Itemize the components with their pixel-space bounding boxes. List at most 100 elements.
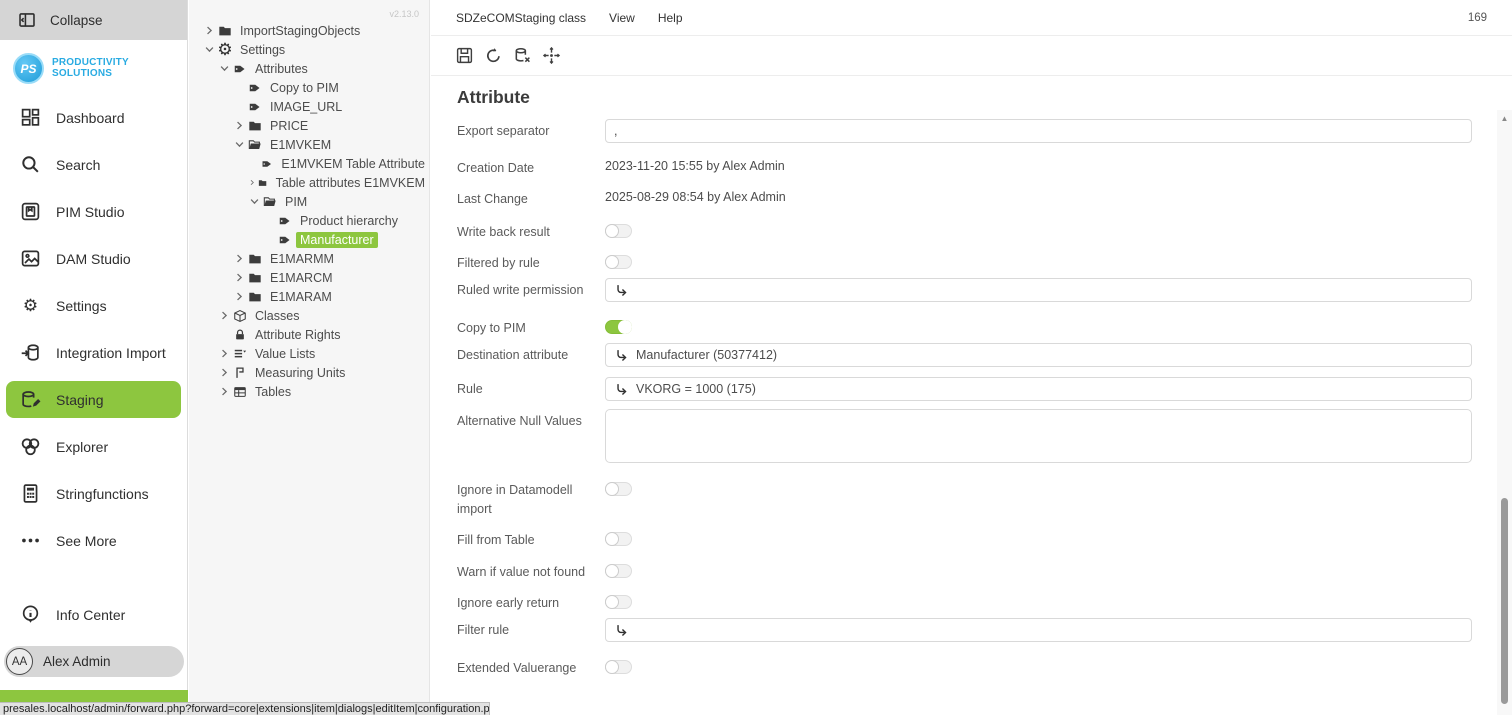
pim-studio-icon: [20, 201, 41, 222]
tree-item-label: IMAGE_URL: [266, 99, 346, 115]
toggle-knob: [605, 482, 619, 496]
sidebar-item-label: See More: [56, 533, 117, 549]
warn-if-value-not-found-toggle[interactable]: [605, 564, 632, 578]
field-label: Filtered by rule: [457, 251, 605, 273]
tree-item-price[interactable]: PRICE: [189, 116, 429, 135]
tree-item-label: Manufacturer: [296, 232, 378, 248]
form-row-copy-to-pim: Copy to PIM: [457, 316, 632, 338]
cube-icon: [233, 309, 247, 323]
rule-field: [605, 377, 1472, 401]
sidebar-item-label: Staging: [56, 392, 103, 408]
chevron-right-icon[interactable]: [218, 385, 231, 398]
folder-icon: [218, 24, 232, 38]
toggle-knob: [605, 255, 619, 269]
sidebar-item-pim-studio[interactable]: PIM Studio: [0, 188, 187, 235]
tree-item-pim[interactable]: PIM: [189, 192, 429, 211]
version-label: v2.13.0: [389, 9, 419, 19]
chevron-down-icon[interactable]: [203, 43, 216, 56]
tree-item-measuring-units[interactable]: Measuring Units: [189, 363, 429, 382]
chevron-right-icon[interactable]: [218, 347, 231, 360]
logo-line2: SOLUTIONS: [52, 69, 129, 80]
sidebar-item-dashboard[interactable]: Dashboard: [0, 94, 187, 141]
collapse-label: Collapse: [50, 13, 103, 28]
destination-attribute-input[interactable]: [636, 348, 1463, 362]
tree-item-label: Table attributes E1MVKEM: [272, 175, 429, 191]
extended-valuerange-toggle[interactable]: [605, 660, 632, 674]
tree-item-value-lists[interactable]: Value Lists: [189, 344, 429, 363]
form-row-ruled-write-permission: Ruled write permission: [457, 278, 1472, 302]
tree-item-attributes[interactable]: Attributes: [189, 59, 429, 78]
sidebar-item-settings[interactable]: ⚙Settings: [0, 282, 187, 329]
form-row-export-separator: Export separator: [457, 119, 1472, 143]
tree-item-label: E1MARAM: [266, 289, 336, 305]
tree-item-product-hierarchy[interactable]: Product hierarchy: [189, 211, 429, 230]
chevron-down-icon[interactable]: [218, 62, 231, 75]
chevron-right-icon[interactable]: [203, 24, 216, 37]
dashboard-icon: [20, 107, 41, 128]
toggle-knob: [605, 532, 619, 546]
sidebar-item-label: Dashboard: [56, 110, 125, 126]
chevron-right-icon[interactable]: [233, 290, 246, 303]
tree-item-manufacturer[interactable]: Manufacturer: [189, 230, 429, 249]
copy-to-pim-toggle[interactable]: [605, 320, 632, 334]
export-separator-input[interactable]: [614, 124, 1463, 138]
sidebar-item-stringfunctions[interactable]: Stringfunctions: [0, 470, 187, 517]
app-window: Collapse PS PRODUCTIVITY SOLUTIONS Dashb…: [0, 0, 1512, 715]
tree-item-importstagingobjects[interactable]: ImportStagingObjects: [189, 21, 429, 40]
chevron-right-icon[interactable]: [233, 119, 246, 132]
alternative-null-values-textarea[interactable]: [605, 409, 1472, 463]
write-back-result-toggle[interactable]: [605, 224, 632, 238]
sidebar-item-explorer[interactable]: Explorer: [0, 423, 187, 470]
tree-item-e1maram[interactable]: E1MARAM: [189, 287, 429, 306]
tree-item-label: E1MVKEM: [266, 137, 335, 153]
tree-item-table-attributes-e1mvkem[interactable]: Table attributes E1MVKEM: [189, 173, 429, 192]
scroll-up-arrow[interactable]: ▲: [1497, 114, 1512, 123]
chevron-right-icon[interactable]: [218, 366, 231, 379]
filtered-by-rule-toggle[interactable]: [605, 255, 632, 269]
form-row-filtered-by-rule: Filtered by rule: [457, 251, 632, 273]
user-menu[interactable]: AA Alex Admin: [4, 646, 184, 677]
form-row-fill-from-table: Fill from Table: [457, 528, 632, 550]
scrollbar-thumb[interactable]: [1501, 498, 1508, 704]
chevron-right-icon[interactable]: [218, 309, 231, 322]
tree-item-copy-to-pim[interactable]: Copy to PIM: [189, 78, 429, 97]
sidebar-item-staging[interactable]: Staging: [6, 381, 181, 418]
tree-item-e1mvkem[interactable]: E1MVKEM: [189, 135, 429, 154]
rule-input[interactable]: [636, 382, 1463, 396]
sidebar-item-dam-studio[interactable]: DAM Studio: [0, 235, 187, 282]
tree-item-label: PIM: [281, 194, 311, 210]
tree-item-e1mvkem-table-attribute[interactable]: E1MVKEM Table Attribute: [189, 154, 429, 173]
field-label: Write back result: [457, 220, 605, 242]
chevron-right-icon[interactable]: [233, 252, 246, 265]
ignore-early-return-toggle[interactable]: [605, 595, 632, 609]
tree-item-tables[interactable]: Tables: [189, 382, 429, 401]
fill-from-table-toggle[interactable]: [605, 532, 632, 546]
form-row-extended-valuerange: Extended Valuerange: [457, 656, 632, 678]
chevron-down-icon[interactable]: [248, 195, 261, 208]
sidebar-item-search[interactable]: Search: [0, 141, 187, 188]
integration-import-icon: [20, 342, 41, 363]
scrollbar[interactable]: ▲: [1497, 110, 1512, 715]
toggle-knob: [605, 595, 619, 609]
tree-item-image-url[interactable]: IMAGE_URL: [189, 97, 429, 116]
tree-item-label: ImportStagingObjects: [236, 23, 364, 39]
tree-item-e1marcm[interactable]: E1MARCM: [189, 268, 429, 287]
ruled-write-permission-input[interactable]: [636, 283, 1463, 297]
tree-item-classes[interactable]: Classes: [189, 306, 429, 325]
link-preview-statusbar: presales.localhost/admin/forward.php?for…: [0, 702, 490, 715]
tree-item-attribute-rights[interactable]: Attribute Rights: [189, 325, 429, 344]
chevron-right-icon[interactable]: [233, 271, 246, 284]
chevron-down-icon[interactable]: [233, 138, 246, 151]
tree-item-e1marmm[interactable]: E1MARMM: [189, 249, 429, 268]
folder-icon: [248, 290, 262, 304]
field-label: Ignore in Datamodell import: [457, 478, 605, 519]
sidebar-item-info-center[interactable]: Info Center: [0, 591, 188, 638]
tree-item-settings[interactable]: ⚙Settings: [189, 40, 429, 59]
collapse-button[interactable]: Collapse: [0, 0, 187, 40]
filter-rule-input[interactable]: [636, 623, 1463, 637]
ignore-in-datamodell-import-toggle[interactable]: [605, 482, 632, 496]
sidebar-item-see-more[interactable]: See More: [0, 517, 187, 564]
chevron-right-icon[interactable]: [248, 176, 256, 189]
sidebar-item-integration-import[interactable]: Integration Import: [0, 329, 187, 376]
tree-item-label: Copy to PIM: [266, 80, 343, 96]
